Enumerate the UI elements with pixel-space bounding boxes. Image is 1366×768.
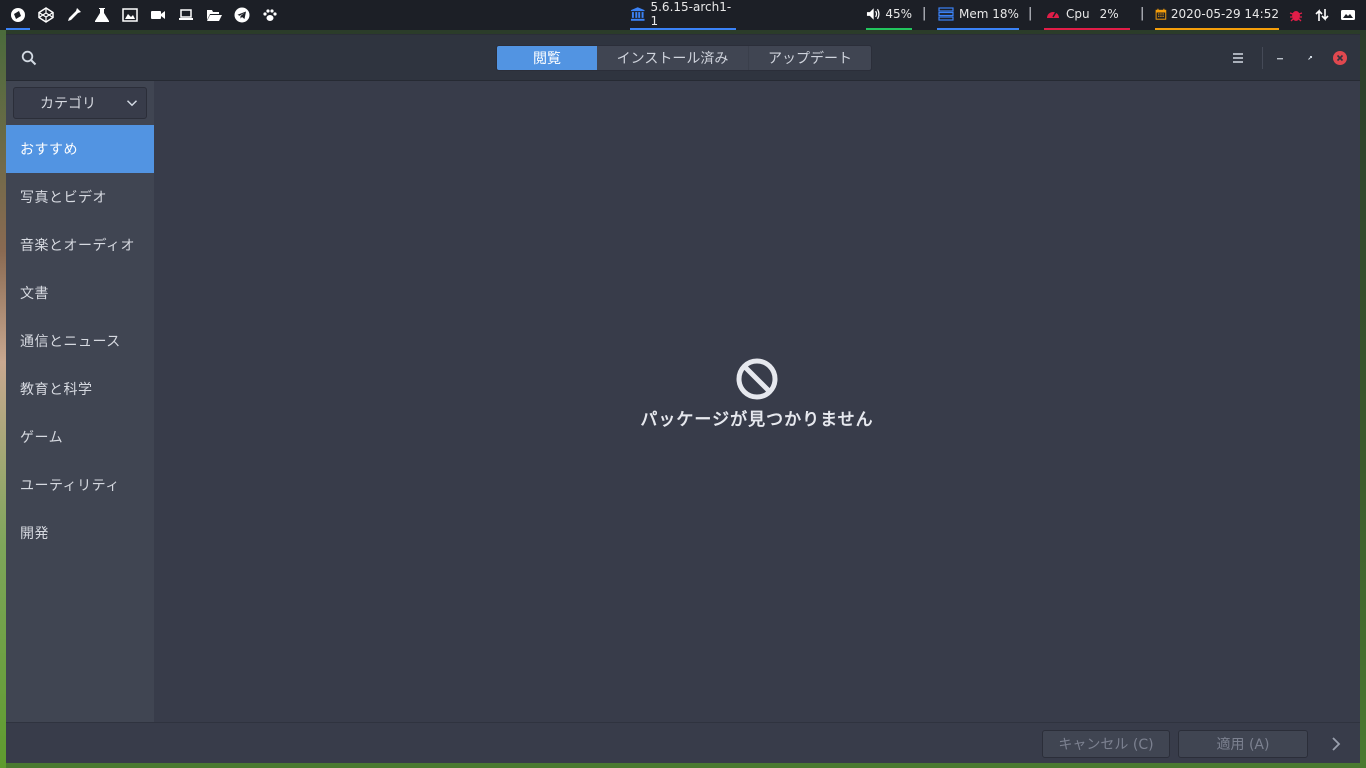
software-manager-window: 閲覧 インストール済み アップデート カテゴリ おすすめ 写真とビデオ 音楽とオ… [6,34,1360,763]
sidebar-item-music-audio[interactable]: 音楽とオーディオ [6,221,154,269]
transfer-arrows-icon [1315,9,1329,21]
headerbar-divider [1262,47,1263,69]
tab-browse[interactable]: 閲覧 [497,46,597,70]
no-entry-icon [736,358,778,400]
launcher-bar [0,0,284,30]
tray-screenshot[interactable] [1334,0,1362,30]
empty-message: パッケージが見つかりません [640,410,874,430]
sidebar-item-documents[interactable]: 文書 [6,269,154,317]
tray-bug[interactable] [1282,0,1310,30]
category-dropdown[interactable]: カテゴリ [13,87,147,119]
browser-icon [11,8,25,22]
clock-text: 2020-05-29 14:52 [1170,7,1279,21]
category-sidebar: カテゴリ おすすめ 写真とビデオ 音楽とオーディオ 文書 通信とニュース 教育と… [6,81,154,722]
apply-button[interactable]: 適用 (A) [1178,730,1308,758]
sidebar-item-development[interactable]: 開発 [6,509,154,557]
chevron-right-icon [1332,737,1341,751]
minimize-icon [1277,58,1283,60]
image-icon [122,8,138,22]
chevron-down-icon [126,100,138,107]
screen-icon [1341,10,1355,20]
launcher-laptop[interactable] [172,0,200,30]
top-panel: 5.6.15-arch1-1 45% | Mem 18% | Cpu 2% | … [0,0,1366,30]
category-dropdown-label: カテゴリ [40,96,96,112]
headerbar: 閲覧 インストール済み アップデート [6,35,1360,81]
launcher-telegram[interactable] [228,0,256,30]
cancel-button[interactable]: キャンセル (C) [1042,730,1170,758]
sidebar-item-communication-news[interactable]: 通信とニュース [6,317,154,365]
launcher-paw[interactable] [256,0,284,30]
gauge-icon [1047,11,1059,18]
memory-widget[interactable]: Mem 18% [937,0,1019,30]
flask-icon [95,8,109,22]
clock-widget[interactable]: 2020-05-29 14:52 [1155,0,1279,30]
volume-text: 45% [885,7,912,21]
panel-separator: | [1140,6,1145,21]
tab-updates[interactable]: アップデート [749,46,871,70]
bank-icon [630,7,645,21]
empty-state: パッケージが見つかりません [154,357,1360,430]
sidebar-item-games[interactable]: ゲーム [6,413,154,461]
launcher-flask[interactable] [88,0,116,30]
search-button[interactable] [20,49,38,67]
launcher-eyedropper[interactable] [60,0,88,30]
minimize-button[interactable] [1272,50,1288,66]
bug-icon [1289,11,1303,22]
next-button[interactable] [1328,736,1344,752]
panel-separator: | [922,6,927,21]
volume-widget[interactable]: 45% [866,0,912,30]
calendar-icon [1155,8,1167,20]
launcher-image[interactable] [116,0,144,30]
tab-installed[interactable]: インストール済み [597,46,749,70]
close-button[interactable] [1332,50,1348,66]
category-list: おすすめ 写真とビデオ 音楽とオーディオ 文書 通信とニュース 教育と科学 ゲー… [6,125,154,557]
paw-icon [263,9,277,21]
sidebar-item-utilities[interactable]: ユーティリティ [6,461,154,509]
memory-text: Mem 18% [959,7,1019,21]
volume-icon [866,8,880,20]
cpu-value: 2% [1099,7,1119,21]
action-bar: キャンセル (C) 適用 (A) [6,722,1360,763]
eyedropper-icon [68,8,81,21]
cpu-widget[interactable]: Cpu 2% [1044,0,1130,30]
cpu-label: Cpu [1066,7,1090,21]
menu-button[interactable] [1230,50,1246,66]
folder-open-icon [207,10,222,21]
sidebar-item-photo-video[interactable]: 写真とビデオ [6,173,154,221]
panel-separator: | [1028,6,1033,21]
maximize-icon [1308,55,1313,60]
kernel-version-text: 5.6.15-arch1-1 [650,0,732,28]
codepen-icon [38,7,54,23]
launcher-files[interactable] [200,0,228,30]
main-content: パッケージが見つかりません [154,81,1360,722]
close-icon [1333,51,1347,65]
laptop-icon [179,9,193,20]
sidebar-item-featured[interactable]: おすすめ [6,125,154,173]
maximize-button[interactable] [1302,50,1318,66]
launcher-browser[interactable] [4,0,32,30]
video-camera-icon [151,11,165,19]
launcher-codepen[interactable] [32,0,60,30]
view-switcher: 閲覧 インストール済み アップデート [496,45,872,71]
tray-network[interactable] [1308,0,1336,30]
search-icon [21,50,37,66]
kernel-version-widget[interactable]: 5.6.15-arch1-1 [630,0,736,30]
launcher-video[interactable] [144,0,172,30]
hamburger-menu-icon [1233,53,1243,63]
memory-icon [938,7,954,21]
telegram-icon [234,7,250,23]
sidebar-item-education-science[interactable]: 教育と科学 [6,365,154,413]
